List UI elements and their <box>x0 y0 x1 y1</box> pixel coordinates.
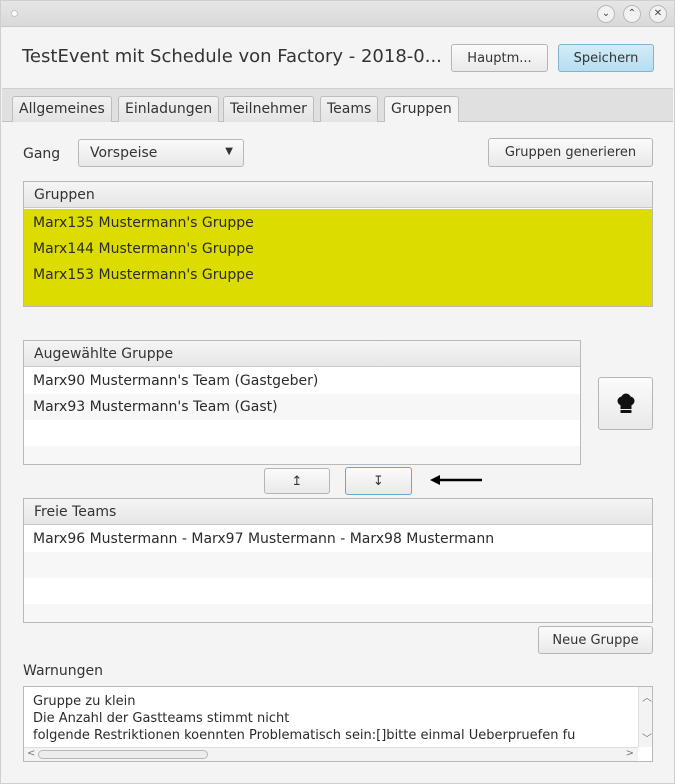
selected-team-item[interactable]: Marx93 Mustermann's Team (Gast) <box>24 394 580 420</box>
tab-bar: Allgemeines Einladungen Teilnehmer Teams… <box>2 88 673 124</box>
selected-group-list[interactable]: Augewählte Gruppe Marx90 Mustermann's Te… <box>23 340 581 465</box>
close-icon: ✕ <box>653 8 663 19</box>
chef-hat-icon <box>617 393 635 413</box>
gang-label: Gang <box>23 146 61 162</box>
save-button[interactable]: Speichern <box>558 44 654 72</box>
scroll-right-icon[interactable]: > <box>626 748 634 759</box>
generate-groups-button[interactable]: Gruppen generieren <box>488 138 653 167</box>
gang-selected-value: Vorspeise <box>90 145 158 161</box>
group-item[interactable]: Marx135 Mustermann's Gruppe <box>24 210 652 236</box>
scroll-left-icon[interactable]: < <box>27 748 35 759</box>
window-menu-dot[interactable] <box>11 10 18 17</box>
vertical-scrollbar[interactable]: ︿ ﹀ <box>638 687 652 747</box>
selected-group-header: Augewählte Gruppe <box>24 341 580 367</box>
tab-teams[interactable]: Teams <box>320 96 379 123</box>
arrow-down-icon: ↧ <box>373 473 384 489</box>
warnings-textarea[interactable]: Gruppe zu klein Die Anzahl der Gastteams… <box>23 686 653 762</box>
groups-list-header: Gruppen <box>24 182 652 208</box>
groups-list[interactable]: Gruppen Marx135 Mustermann's Gruppe Marx… <box>23 181 653 307</box>
minimize-button[interactable]: ⌄ <box>597 5 615 23</box>
chef-button[interactable] <box>598 377 653 430</box>
header: TestEvent mit Schedule von Factory - 201… <box>2 28 673 88</box>
title-bar[interactable]: ⌄ ⌃ ✕ <box>1 1 674 27</box>
tab-teilnehmer[interactable]: Teilnehmer <box>223 96 314 123</box>
gang-select[interactable]: Vorspeise ▼ <box>78 139 244 167</box>
empty-row <box>24 552 652 578</box>
tab-gruppen[interactable]: Gruppen <box>384 96 459 124</box>
arrow-up-icon: ↥ <box>291 473 303 489</box>
warnings-label: Warnungen <box>23 663 104 679</box>
hauptmenu-button[interactable]: Hauptm... <box>451 44 548 72</box>
free-teams-header: Freie Teams <box>24 499 652 525</box>
page-title: TestEvent mit Schedule von Factory - 201… <box>22 46 442 67</box>
move-down-button[interactable]: ↧ <box>345 467 412 495</box>
empty-row <box>24 420 580 446</box>
group-item[interactable]: Marx144 Mustermann's Gruppe <box>24 236 652 262</box>
scrollbar-thumb[interactable] <box>38 750 208 759</box>
tab-allgemeines[interactable]: Allgemeines <box>12 96 112 123</box>
warning-line: Die Anzahl der Gastteams stimmt nicht <box>33 711 290 726</box>
selected-team-item[interactable]: Marx90 Mustermann's Team (Gastgeber) <box>24 368 580 394</box>
free-teams-list[interactable]: Freie Teams Marx96 Mustermann - Marx97 M… <box>23 498 653 623</box>
pointer-arrow-icon <box>430 475 482 485</box>
new-group-button[interactable]: Neue Gruppe <box>538 626 653 654</box>
maximize-button[interactable]: ⌃ <box>623 5 641 23</box>
warning-line: folgende Restriktionen koennten Problema… <box>33 728 576 743</box>
horizontal-scrollbar[interactable]: < > <box>24 747 638 761</box>
group-item[interactable]: Marx153 Mustermann's Gruppe <box>24 262 652 288</box>
warning-line: Gruppe zu klein <box>33 694 136 709</box>
maximize-icon: ⌃ <box>627 8 637 19</box>
tab-einladungen[interactable]: Einladungen <box>118 96 220 123</box>
scroll-up-icon[interactable]: ︿ <box>642 689 652 704</box>
empty-row <box>24 446 580 464</box>
gruppen-tab-content: Gang Vorspeise ▼ Gruppen generieren Grup… <box>2 122 673 783</box>
empty-row <box>24 604 652 622</box>
move-up-button[interactable]: ↥ <box>264 468 330 494</box>
close-button[interactable]: ✕ <box>649 5 667 23</box>
scroll-down-icon[interactable]: ﹀ <box>642 730 652 745</box>
free-team-item[interactable]: Marx96 Mustermann - Marx97 Mustermann - … <box>24 526 652 552</box>
app-window: ⌄ ⌃ ✕ TestEvent mit Schedule von Factory… <box>0 0 675 784</box>
chevron-down-icon: ▼ <box>225 146 233 157</box>
empty-row <box>24 578 652 604</box>
minimize-icon: ⌄ <box>601 8 611 19</box>
